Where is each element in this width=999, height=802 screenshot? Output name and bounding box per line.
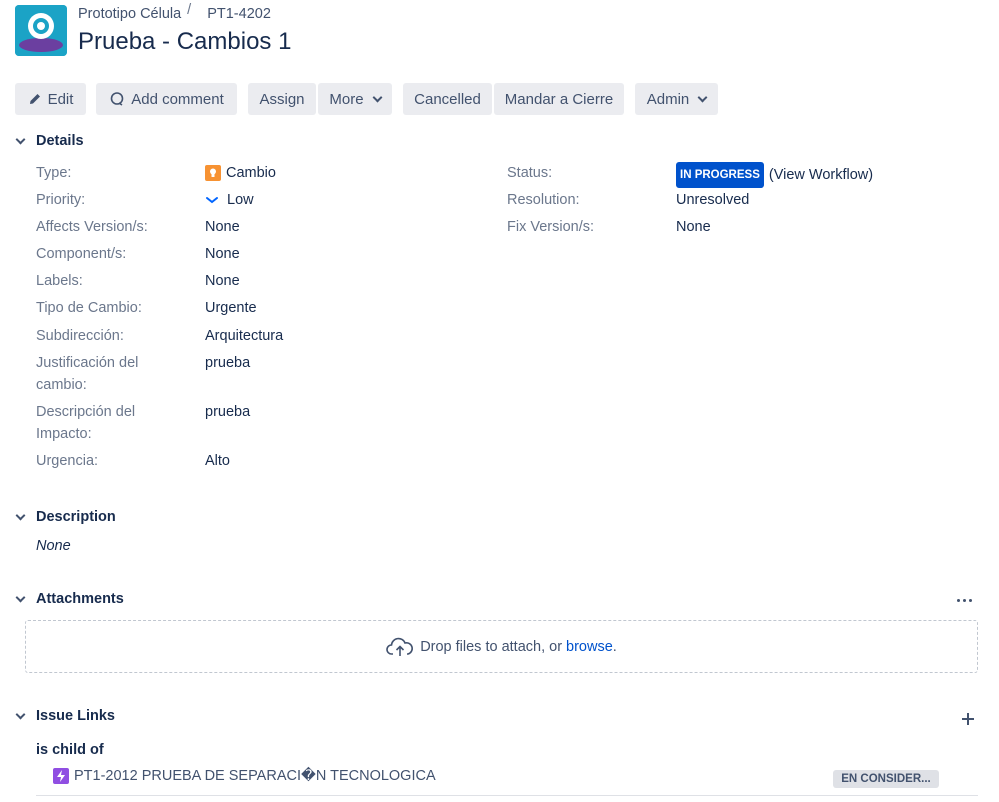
labels-value: None	[205, 273, 240, 289]
priority-value: Low	[205, 189, 254, 211]
linked-issue-status: EN CONSIDER...	[833, 770, 939, 788]
collapse-chevron-icon	[15, 709, 26, 720]
status-value: IN PROGRESS (View Workflow)	[676, 162, 873, 188]
justificacion-value: prueba	[205, 355, 251, 371]
drop-text: Drop files to attach, or	[420, 638, 563, 655]
affects-version-label: Affects Version/s:	[36, 219, 148, 235]
fix-version-label: Fix Version/s:	[507, 219, 595, 235]
assign-label: Assign	[259, 90, 305, 108]
type-label: Type:	[36, 165, 72, 181]
more-options-icon[interactable]	[954, 592, 974, 608]
tipo-de-cambio-label: Tipo de Cambio:	[36, 300, 142, 316]
link-relation-label: is child of	[36, 742, 104, 758]
resolution-label: Resolution:	[507, 192, 580, 208]
more-label: More	[329, 90, 364, 108]
admin-label: Admin	[646, 90, 690, 108]
justificacion-label: Justificación del cambio:	[36, 355, 139, 393]
collapse-chevron-icon	[15, 592, 26, 603]
edit-button[interactable]: Edit	[15, 83, 86, 115]
tipo-de-cambio-value: Urgente	[205, 300, 257, 316]
breadcrumb: Prototipo Célula / PT1-4202	[78, 2, 271, 22]
collapse-chevron-icon	[15, 134, 26, 145]
pencil-icon	[29, 94, 40, 104]
descripcion-impacto-label: Descripción del Impacto:	[36, 404, 136, 442]
comment-button[interactable]: Add comment	[96, 83, 237, 115]
more-button[interactable]: More	[318, 83, 392, 115]
components-value: None	[205, 246, 240, 262]
labels-label: Labels:	[36, 273, 83, 289]
details-section-header[interactable]: Details	[14, 133, 84, 149]
components-label: Component/s:	[36, 246, 127, 262]
breadcrumb-separator: /	[187, 2, 192, 18]
affects-version-value: None	[205, 219, 240, 235]
status-lozenge: IN PROGRESS	[676, 162, 764, 188]
descripcion-impacto-value: prueba	[205, 404, 251, 420]
mandar-a-cierre-button[interactable]: Mandar a Cierre	[494, 83, 624, 115]
chevron-down-icon	[372, 92, 383, 102]
linked-issue-summary[interactable]: PT1-2012 PRUEBA DE SEPARACI�N TECNOLOGIC…	[74, 768, 436, 784]
attachment-dropzone[interactable]: Drop files to attach, or browse.	[25, 620, 978, 673]
mandar-label: Mandar a Cierre	[504, 90, 614, 108]
view-workflow-link[interactable]: (View Workflow)	[769, 164, 873, 186]
comment-icon	[110, 92, 124, 106]
linked-issue-row[interactable]: PT1-2012 PRUEBA DE SEPARACI�N TECNOLOGIC…	[53, 768, 436, 784]
edit-label: Edit	[47, 90, 74, 108]
urgencia-label: Urgencia:	[36, 453, 99, 469]
urgencia-value: Alto	[205, 453, 230, 469]
row-divider	[36, 795, 978, 796]
issue-links-section-header[interactable]: Issue Links	[14, 708, 115, 724]
description-value[interactable]: None	[36, 535, 71, 557]
subdireccion-label: Subdirección:	[36, 328, 124, 344]
cambio-type-icon	[205, 165, 221, 181]
priority-label: Priority:	[36, 192, 86, 208]
subdireccion-value: Arquitectura	[205, 328, 284, 344]
type-value: Cambio	[205, 162, 276, 184]
chevron-down-icon	[697, 92, 708, 102]
fix-version-value: None	[676, 219, 711, 235]
details-heading: Details	[36, 133, 84, 149]
cancelled-label: Cancelled	[414, 90, 481, 108]
assign-button[interactable]: Assign	[248, 83, 316, 115]
breadcrumb-issue-key[interactable]: PT1-4202	[207, 6, 271, 22]
cloud-upload-icon	[386, 637, 414, 656]
breadcrumb-project[interactable]: Prototipo Célula	[78, 6, 181, 22]
resolution-value: Unresolved	[676, 192, 750, 208]
priority-low-icon	[206, 197, 218, 204]
attachments-section-header[interactable]: Attachments	[14, 591, 124, 607]
add-link-icon[interactable]	[959, 710, 977, 728]
comment-label: Add comment	[131, 90, 224, 108]
browse-link[interactable]: browse	[566, 639, 613, 655]
issue-title: Prueba - Cambios 1	[78, 28, 292, 55]
attachments-heading: Attachments	[36, 591, 124, 607]
project-avatar[interactable]	[15, 5, 67, 56]
admin-button[interactable]: Admin	[635, 83, 718, 115]
collapse-chevron-icon	[15, 510, 26, 521]
description-section-header[interactable]: Description	[14, 509, 116, 525]
status-label: Status:	[507, 165, 553, 181]
description-heading: Description	[36, 509, 116, 525]
cancelled-button[interactable]: Cancelled	[403, 83, 492, 115]
epic-lightning-icon	[53, 768, 69, 784]
issue-links-heading: Issue Links	[36, 708, 115, 724]
